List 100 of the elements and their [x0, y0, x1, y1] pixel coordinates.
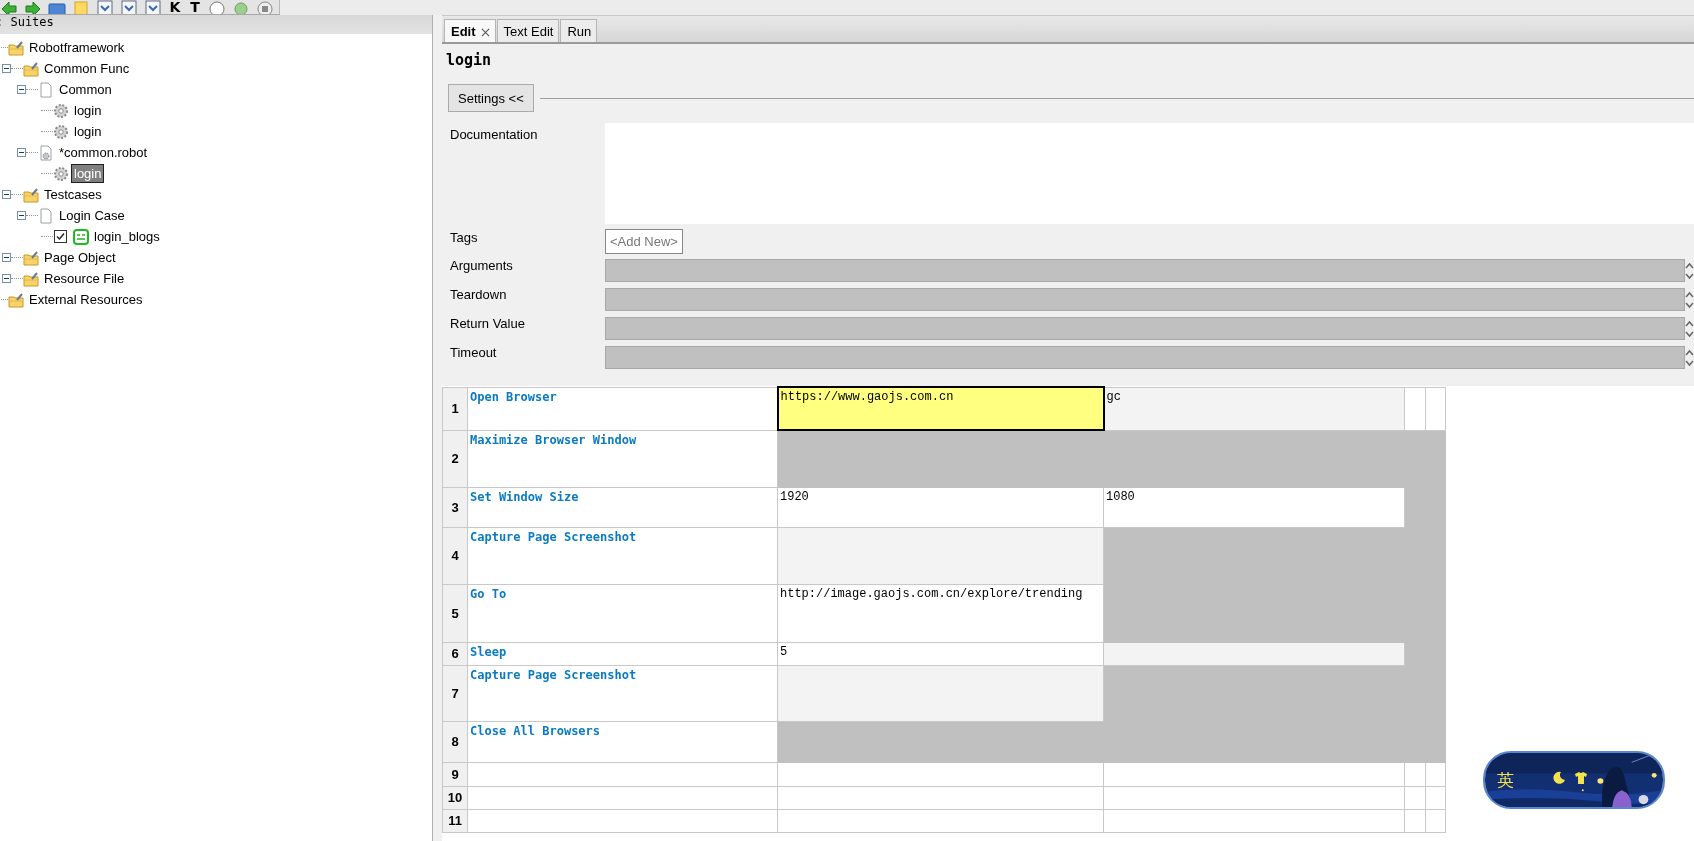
- folder-icon: [8, 291, 24, 308]
- table-cell[interactable]: gc: [1103, 387, 1405, 430]
- field-label: Teardown: [449, 286, 508, 302]
- collapse-toggle[interactable]: [2, 253, 11, 262]
- table-cell[interactable]: 5: [777, 642, 1104, 665]
- table-cell[interactable]: https://www.gaojs.com.cn: [777, 387, 1104, 430]
- keyword-cell[interactable]: Sleep: [467, 642, 778, 665]
- tree-item[interactable]: login: [72, 102, 104, 119]
- keyword-title: login: [446, 50, 493, 71]
- add-tag-button[interactable]: <Add New>: [605, 228, 683, 254]
- row-number: 5: [442, 584, 468, 642]
- keyword-cell[interactable]: Set Window Size: [467, 487, 778, 527]
- document-icon[interactable]: [96, 0, 114, 14]
- tree-item[interactable]: External Resources: [27, 291, 145, 308]
- tab[interactable]: Text Edit: [496, 19, 560, 42]
- table-cell[interactable]: [1404, 387, 1426, 430]
- field-label: Timeout: [449, 344, 498, 360]
- shirt-icon[interactable]: [1574, 771, 1588, 785]
- file-gear-icon: [38, 144, 54, 161]
- keyword-cell[interactable]: [467, 762, 778, 786]
- tree-item[interactable]: login_blogs: [92, 228, 162, 245]
- file-icon: [38, 207, 54, 224]
- row-number: 10: [442, 786, 468, 809]
- tree-item[interactable]: Common: [57, 81, 114, 98]
- collapse-toggle[interactable]: [17, 211, 26, 220]
- row-number: 1: [442, 387, 468, 430]
- tree-item[interactable]: login: [72, 165, 104, 182]
- tab[interactable]: Edit: [444, 19, 496, 42]
- table-cell[interactable]: [1103, 642, 1405, 665]
- input-mode-label: 英: [1497, 769, 1514, 792]
- keyword-cell[interactable]: Capture Page Screenshot: [467, 527, 778, 584]
- collapse-toggle[interactable]: [17, 85, 26, 94]
- folder-icon: [23, 249, 39, 266]
- keyword-cell[interactable]: Close All Browsers: [467, 721, 778, 762]
- row-number: 7: [442, 665, 468, 721]
- tree-item[interactable]: *common.robot: [57, 144, 150, 161]
- folder-icon: [23, 186, 39, 203]
- collapse-toggle[interactable]: [2, 64, 11, 73]
- document-icon[interactable]: [144, 0, 162, 14]
- table-cell[interactable]: [777, 762, 1104, 786]
- input-field[interactable]: [605, 317, 1685, 340]
- table-cell[interactable]: [777, 527, 1104, 584]
- tree-item[interactable]: Common Func: [42, 60, 132, 77]
- tree-item[interactable]: login: [72, 123, 104, 140]
- table-cell[interactable]: [1103, 786, 1405, 809]
- row-number: 6: [442, 642, 468, 665]
- checkbox[interactable]: [54, 230, 67, 243]
- tree-item[interactable]: Testcases: [42, 186, 104, 203]
- table-cell[interactable]: [777, 665, 1104, 721]
- folder-icon[interactable]: [48, 0, 66, 14]
- table-cell[interactable]: [777, 430, 1104, 487]
- table-cell[interactable]: [1103, 809, 1405, 832]
- input-field[interactable]: [605, 346, 1685, 369]
- table-cell[interactable]: 1920: [777, 487, 1104, 527]
- row-number: 2: [442, 430, 468, 487]
- moon-icon[interactable]: [1552, 771, 1566, 785]
- input-field[interactable]: [605, 259, 1685, 282]
- toolbar-button[interactable]: T: [188, 0, 202, 14]
- row-number: 8: [442, 721, 468, 762]
- ime-toolbar[interactable]: 英: [1483, 751, 1665, 809]
- gear-icon: [53, 123, 69, 140]
- keyword-cell[interactable]: [467, 786, 778, 809]
- field-label: Return Value: [449, 315, 526, 331]
- row-number: 9: [442, 762, 468, 786]
- table-cell[interactable]: [1425, 387, 1446, 430]
- field-label: Tags: [449, 229, 479, 245]
- forward-arrow-icon[interactable]: [24, 0, 42, 14]
- folder-icon: [23, 60, 39, 77]
- table-cell[interactable]: [777, 809, 1104, 832]
- row-number: 4: [442, 527, 468, 584]
- table-cell[interactable]: [1103, 762, 1405, 786]
- keyword-cell[interactable]: [467, 809, 778, 832]
- table-cell[interactable]: [777, 721, 1104, 762]
- gear-icon: [53, 102, 69, 119]
- gear-icon: [53, 165, 69, 182]
- tree-item[interactable]: Login Case: [57, 207, 127, 224]
- table-cell[interactable]: 1080: [1103, 487, 1405, 527]
- field-label: Arguments: [449, 257, 514, 273]
- collapse-toggle[interactable]: [2, 190, 11, 199]
- tree-item[interactable]: Page Object: [42, 249, 118, 266]
- close-icon[interactable]: [480, 28, 490, 37]
- file-icon: [38, 81, 54, 98]
- tree-item[interactable]: Resource File: [42, 270, 127, 287]
- collapse-toggle[interactable]: [2, 274, 11, 283]
- back-arrow-icon[interactable]: [0, 0, 18, 14]
- collapse-toggle[interactable]: [17, 148, 26, 157]
- folder-icon: [8, 39, 24, 56]
- keyword-cell[interactable]: Go To: [467, 584, 778, 642]
- settings-button[interactable]: Settings <<: [448, 84, 534, 112]
- tree-item[interactable]: Robotframework: [27, 39, 127, 56]
- tab[interactable]: Run: [560, 19, 598, 42]
- keyword-cell[interactable]: Capture Page Screenshot: [467, 665, 778, 721]
- keyword-cell[interactable]: Open Browser: [467, 387, 778, 430]
- keyword-cell[interactable]: Maximize Browser Window: [467, 430, 778, 487]
- input-field[interactable]: [605, 288, 1685, 311]
- table-cell[interactable]: [777, 786, 1104, 809]
- document-icon[interactable]: [120, 0, 138, 14]
- toolbar-button[interactable]: K: [168, 0, 182, 14]
- row-number: 3: [442, 487, 468, 527]
- table-cell[interactable]: http://image.gaojs.com.cn/explore/trending: [777, 584, 1104, 642]
